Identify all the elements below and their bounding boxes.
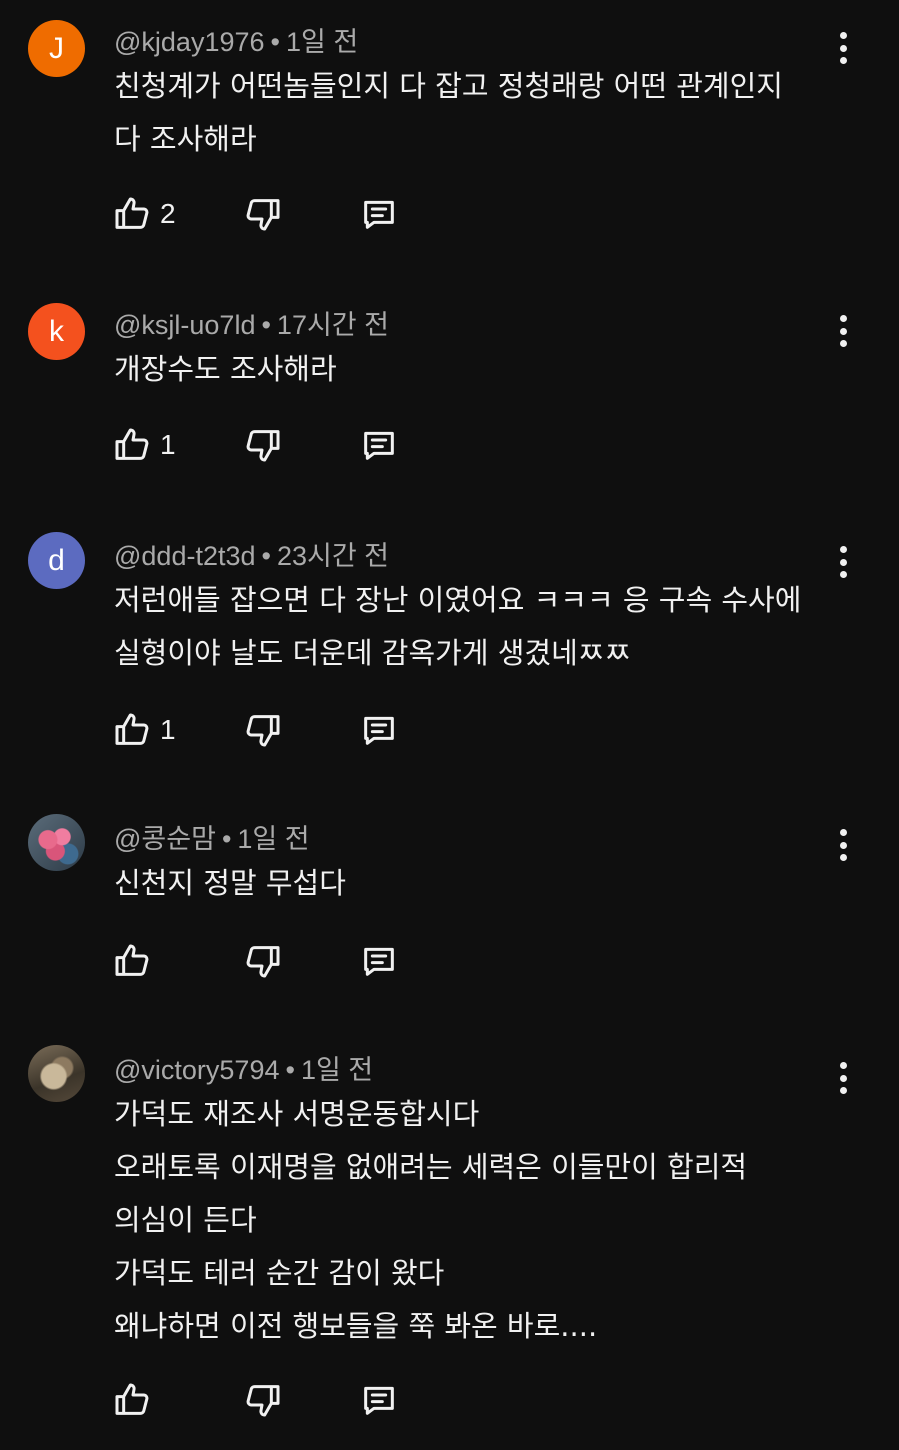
reply-button[interactable] bbox=[359, 1380, 399, 1420]
reply-comment-icon bbox=[364, 200, 394, 229]
reply-comment-icon bbox=[364, 431, 394, 460]
separator: • bbox=[221, 824, 232, 854]
more-vert-icon[interactable] bbox=[830, 28, 856, 68]
comment-actions bbox=[0, 941, 899, 985]
like-button[interactable]: 1 bbox=[112, 710, 176, 750]
comment-header: @kjday1976 • 1일 전 bbox=[114, 20, 358, 59]
comment-time[interactable]: 17시간 전 bbox=[277, 310, 389, 340]
thumb-down-icon bbox=[246, 715, 280, 747]
comment-actions bbox=[0, 1380, 899, 1424]
comment-text: 친청계가 어떤놈들인지 다 잡고 정청래랑 어떤 관계인지다 조사해라 bbox=[114, 60, 783, 166]
avatar[interactable]: J bbox=[28, 20, 85, 77]
reply-comment-icon bbox=[364, 947, 394, 976]
comment-line: 신천지 정말 무섭다 bbox=[114, 866, 346, 900]
comment-line: 오래토록 이재명을 없애려는 세력은 이들만이 합리적 bbox=[114, 1150, 748, 1184]
comment-time[interactable]: 1일 전 bbox=[301, 1055, 373, 1085]
comment-line: 다 조사해라 bbox=[114, 122, 257, 156]
thumb-down-icon bbox=[246, 199, 280, 231]
thumb-down-icon bbox=[246, 430, 280, 462]
author-handle[interactable]: @ksjl-uo7ld bbox=[114, 310, 255, 340]
separator: • bbox=[285, 1055, 295, 1085]
thumb-down-icon bbox=[246, 1385, 280, 1417]
like-button[interactable] bbox=[112, 1380, 160, 1420]
like-count: 1 bbox=[160, 714, 176, 745]
comment-line: 저런애들 잡으면 다 장난 이였어요 ㅋㅋㅋ 응 구속 수사에 bbox=[114, 583, 802, 617]
thumb-up-icon bbox=[115, 428, 149, 460]
comment-line: 개장수도 조사해라 bbox=[114, 352, 337, 386]
reply-button[interactable] bbox=[359, 425, 399, 465]
like-button[interactable]: 2 bbox=[112, 194, 176, 234]
comment-actions: 1 bbox=[0, 425, 899, 469]
comment-header: @ksjl-uo7ld • 17시간 전 bbox=[114, 303, 389, 342]
like-button[interactable]: 1 bbox=[112, 425, 176, 465]
comment-line: 가덕도 재조사 서명운동합시다 bbox=[114, 1097, 480, 1131]
author-handle[interactable]: @콩순맘 bbox=[114, 824, 216, 854]
comment-line: 친청계가 어떤놈들인지 다 잡고 정청래랑 어떤 관계인지 bbox=[114, 69, 783, 103]
more-vert-icon[interactable] bbox=[830, 542, 856, 582]
like-button[interactable] bbox=[112, 941, 160, 981]
avatar[interactable]: d bbox=[28, 532, 85, 589]
comment-line: 의심이 든다 bbox=[114, 1203, 257, 1237]
thumb-up-icon bbox=[115, 944, 149, 976]
thumb-up-icon bbox=[115, 1383, 149, 1415]
reply-comment-icon bbox=[364, 1386, 394, 1415]
reply-button[interactable] bbox=[359, 710, 399, 750]
reply-comment-icon bbox=[364, 716, 394, 745]
comment-header: @콩순맘 • 1일 전 bbox=[114, 817, 310, 856]
dislike-button[interactable] bbox=[243, 194, 283, 234]
comment-text: 가덕도 재조사 서명운동합시다오래토록 이재명을 없애려는 세력은 이들만이 합… bbox=[114, 1088, 747, 1353]
like-count: 2 bbox=[160, 198, 176, 229]
comment-actions: 2 bbox=[0, 194, 899, 238]
comment-time[interactable]: 1일 전 bbox=[237, 824, 309, 854]
more-vert-icon[interactable] bbox=[830, 311, 856, 351]
reply-button[interactable] bbox=[359, 941, 399, 981]
comment-header: @ddd-t2t3d • 23시간 전 bbox=[114, 534, 389, 573]
thumb-up-icon bbox=[115, 713, 149, 745]
thumb-down-icon bbox=[246, 946, 280, 978]
avatar[interactable] bbox=[28, 1045, 85, 1102]
comment-time[interactable]: 1일 전 bbox=[286, 27, 358, 57]
comment-text: 신천지 정말 무섭다 bbox=[114, 857, 346, 910]
dislike-button[interactable] bbox=[243, 941, 283, 981]
dislike-button[interactable] bbox=[243, 1380, 283, 1420]
comment-header: @victory5794 • 1일 전 bbox=[114, 1048, 373, 1087]
comment-actions: 1 bbox=[0, 710, 899, 754]
comment-line: 왜냐하면 이전 행보들을 쭉 봐온 바로.... bbox=[114, 1309, 598, 1343]
author-handle[interactable]: @ddd-t2t3d bbox=[114, 541, 256, 571]
author-handle[interactable]: @victory5794 bbox=[114, 1055, 279, 1085]
separator: • bbox=[261, 541, 271, 571]
separator: • bbox=[261, 310, 271, 340]
author-handle[interactable]: @kjday1976 bbox=[114, 27, 265, 57]
comment-text: 저런애들 잡으면 다 장난 이였어요 ㅋㅋㅋ 응 구속 수사에실형이야 날도 더… bbox=[114, 574, 801, 680]
more-vert-icon[interactable] bbox=[830, 1058, 856, 1098]
dislike-button[interactable] bbox=[243, 425, 283, 465]
dislike-button[interactable] bbox=[243, 710, 283, 750]
separator: • bbox=[270, 27, 280, 57]
avatar[interactable]: k bbox=[28, 303, 85, 360]
more-vert-icon[interactable] bbox=[830, 825, 856, 865]
avatar[interactable] bbox=[28, 814, 85, 871]
comment-line: 실형이야 날도 더운데 감옥가게 생겼네ㅉㅉ bbox=[114, 636, 632, 670]
comment-time[interactable]: 23시간 전 bbox=[277, 541, 389, 571]
like-count: 1 bbox=[160, 429, 176, 460]
thumb-up-icon bbox=[115, 197, 149, 229]
comment-text: 개장수도 조사해라 bbox=[114, 343, 337, 396]
comment-line: 가덕도 테러 순간 감이 왔다 bbox=[114, 1256, 445, 1290]
reply-button[interactable] bbox=[359, 194, 399, 234]
